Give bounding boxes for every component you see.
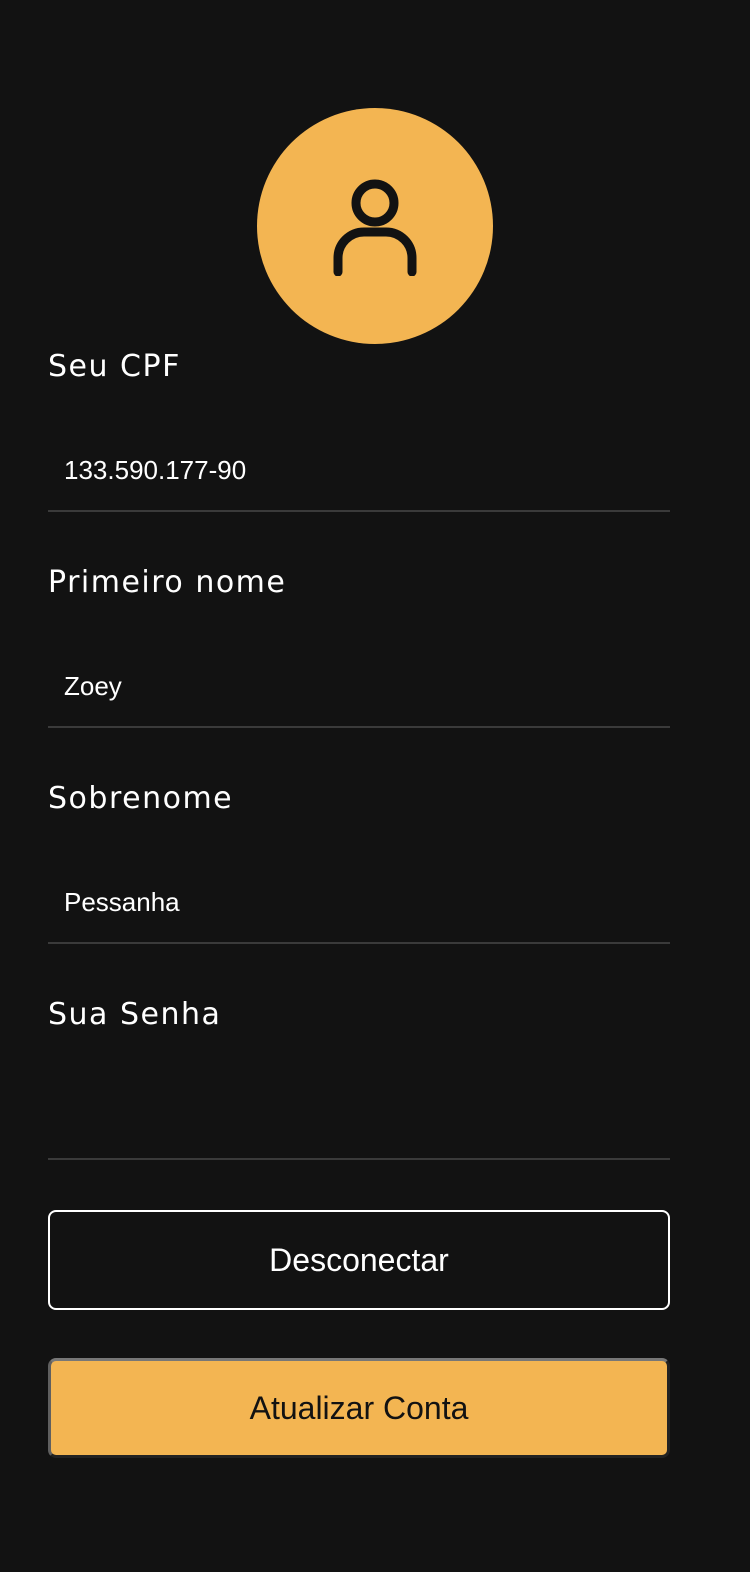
first-name-label: Primeiro nome (48, 565, 287, 600)
avatar[interactable] (257, 108, 493, 344)
password-input[interactable] (48, 1090, 670, 1160)
logout-button[interactable]: Desconectar (48, 1210, 670, 1310)
update-account-button[interactable]: Atualizar Conta (48, 1358, 670, 1458)
last-name-input[interactable] (48, 874, 670, 944)
last-name-label: Sobrenome (48, 781, 234, 816)
first-name-input[interactable] (48, 658, 670, 728)
cpf-input[interactable] (48, 442, 670, 512)
cpf-label: Seu CPF (48, 349, 181, 384)
user-icon (333, 179, 417, 276)
password-label: Sua Senha (48, 997, 222, 1032)
